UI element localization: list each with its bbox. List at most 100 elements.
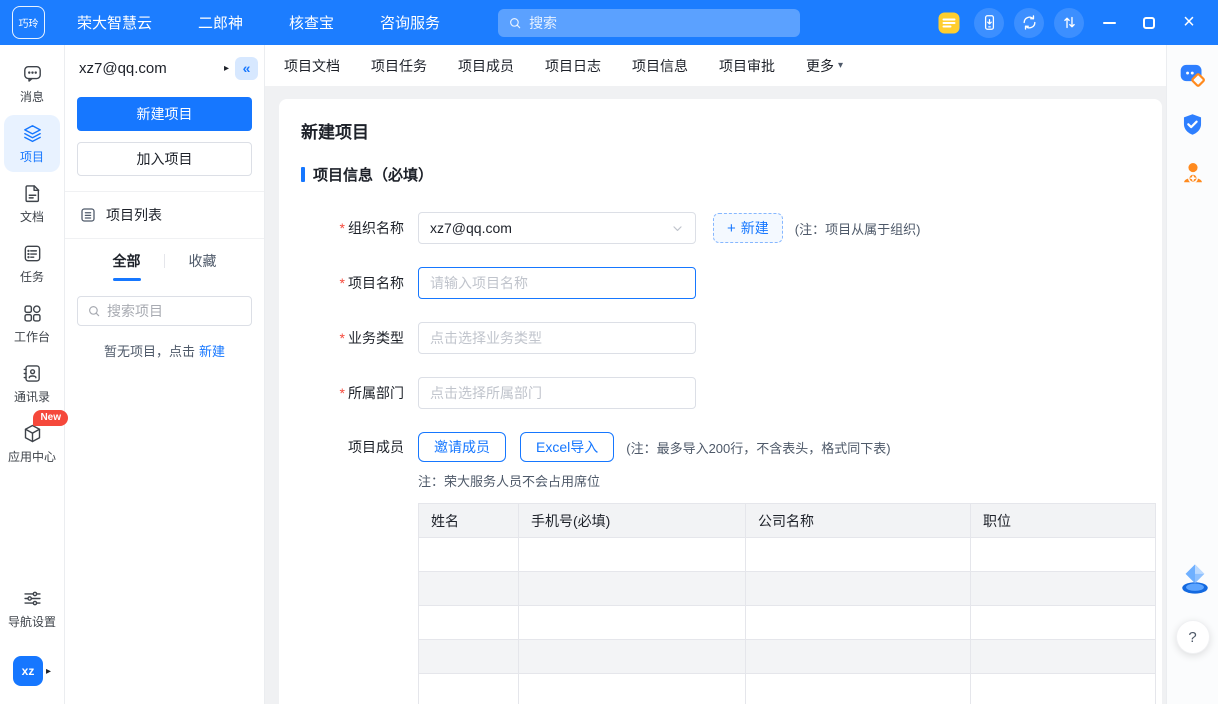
form-row-business-type: *业务类型 点击选择业务类型 [301,322,1162,354]
tab-project-members[interactable]: 项目成员 [458,56,514,76]
top-nav-consulting[interactable]: 咨询服务 [380,12,440,33]
create-org-button[interactable]: +新建 [713,213,783,243]
rail-item-label: 应用中心 [8,448,56,465]
col-name: 姓名 [419,504,519,538]
page-title: 新建项目 [301,118,1162,143]
close-button[interactable]: × [1174,8,1204,38]
top-nav: 荣大智慧云 二郎神 核查宝 咨询服务 [77,12,440,33]
department-select[interactable]: 点击选择所属部门 [418,377,696,409]
user-avatar-row[interactable]: xz ▸ [13,656,51,686]
org-select-value: xz7@qq.com [430,220,512,236]
member-table: 姓名 手机号(必填) 公司名称 职位 [418,503,1156,704]
rail-item-workbench[interactable]: 工作台 [4,295,60,352]
project-filter-tabs: 全部 收藏 [65,239,264,281]
project-name-field[interactable] [418,267,696,299]
required-mark: * [340,220,345,236]
project-search[interactable] [77,296,252,326]
project-layers-icon [22,123,43,144]
account-arrow-icon[interactable]: ▸ [224,63,229,74]
new-project-card: 新建项目 项目信息（必填） *组织名称 xz7@qq.com +新建 (注：项目… [279,99,1162,704]
new-badge: New [33,410,68,426]
tab-project-info[interactable]: 项目信息 [632,56,688,76]
tab-project-approval[interactable]: 项目审批 [719,56,775,76]
account-name[interactable]: xz7@qq.com [79,60,218,77]
add-person-icon[interactable] [1178,158,1208,188]
rail-item-contacts[interactable]: 通讯录 [4,355,60,412]
invite-members-button[interactable]: 邀请成员 [418,432,506,462]
tab-project-docs[interactable]: 项目文档 [284,56,340,76]
tab-more[interactable]: 更多▾ [806,56,843,76]
org-note: (注：项目从属于组织) [795,219,921,238]
project-list-label: 项目列表 [106,205,162,225]
col-position: 职位 [971,504,1156,538]
minimize-button[interactable] [1094,8,1124,38]
excel-import-button[interactable]: Excel导入 [520,432,614,462]
create-org-label: 新建 [741,218,769,238]
app-logo-text: 巧玲 [19,15,39,30]
app-logo[interactable]: 巧玲 [12,6,45,39]
tab-project-tasks[interactable]: 项目任务 [371,56,427,76]
tab-favorites[interactable]: 收藏 [165,251,240,281]
tab-all-projects[interactable]: 全部 [89,251,164,281]
more-label: 更多 [806,56,834,76]
project-search-input[interactable] [107,303,242,319]
rail-item-documents[interactable]: 文档 [4,175,60,232]
mobile-download-icon[interactable] [974,8,1004,38]
help-icon: ? [1188,629,1196,646]
avatar[interactable]: xz [13,656,43,686]
rail-item-nav-settings[interactable]: 导航设置 [4,580,60,637]
message-icon [22,63,43,84]
rail-item-projects[interactable]: 项目 [4,115,60,172]
rail-item-label: 工作台 [14,328,50,345]
gift-crystal-icon[interactable] [1178,562,1208,592]
rail-item-messages[interactable]: 消息 [4,55,60,112]
project-tabbar: 项目文档 项目任务 项目成员 项目日志 项目信息 项目审批 更多▾ [265,45,1166,87]
top-nav-rongda-cloud[interactable]: 荣大智慧云 [77,12,152,33]
tab-project-logs[interactable]: 项目日志 [545,56,601,76]
maximize-button[interactable] [1134,8,1164,38]
required-mark: * [340,385,345,401]
project-name-label: *项目名称 [301,273,404,293]
notes-icon[interactable] [934,8,964,38]
maximize-icon [1143,17,1155,29]
table-row [419,640,1156,674]
expand-arrow-icon[interactable]: ▸ [46,666,51,677]
seat-note: 注：荣大服务人员不会占用席位 [418,471,1162,490]
project-sidebar: xz7@qq.com ▸ « 新建项目 加入项目 项目列表 全部 收藏 暂无项目… [65,45,265,704]
top-nav-erlangshen[interactable]: 二郎神 [198,12,243,33]
customer-service-icon[interactable] [1178,60,1208,90]
rail-item-app-center[interactable]: New 应用中心 [4,415,60,472]
help-button[interactable]: ? [1176,620,1210,654]
empty-create-link[interactable]: 新建 [199,344,225,359]
rail-item-tasks[interactable]: 任务 [4,235,60,292]
app-center-cube-icon [22,423,43,444]
new-project-form: *组织名称 xz7@qq.com +新建 (注：项目从属于组织) *项目名称 [301,212,1162,704]
collapse-sidebar-button[interactable]: « [235,57,258,80]
top-nav-hechabao[interactable]: 核查宝 [289,12,334,33]
close-icon: × [1183,11,1195,34]
project-list-header[interactable]: 项目列表 [65,192,264,238]
contacts-icon [22,363,43,384]
account-row: xz7@qq.com ▸ « [65,45,264,91]
global-search-input[interactable] [529,15,790,31]
rail-item-label: 任务 [20,268,44,285]
title-bar-actions: × [934,8,1204,38]
document-icon [22,183,43,204]
form-row-project-name: *项目名称 [301,267,1162,299]
join-project-button[interactable]: 加入项目 [77,142,252,176]
org-select[interactable]: xz7@qq.com [418,212,696,244]
business-type-select[interactable]: 点击选择业务类型 [418,322,696,354]
section-header: 项目信息（必填） [301,164,1162,185]
content-background: 新建项目 项目信息（必填） *组织名称 xz7@qq.com +新建 (注：项目… [265,87,1166,704]
project-name-input[interactable] [430,275,684,291]
new-project-button[interactable]: 新建项目 [77,97,252,131]
member-table-body [419,538,1156,704]
sync-icon[interactable] [1014,8,1044,38]
workbench-grid-icon [22,303,43,324]
shield-check-icon[interactable] [1178,109,1208,139]
transfer-icon[interactable] [1054,8,1084,38]
list-icon [79,206,97,224]
global-search[interactable] [498,9,800,37]
form-row-members: 项目成员 邀请成员 Excel导入 (注：最多导入200行，不含表头，格式同下表… [301,432,1162,462]
required-mark: * [340,275,345,291]
